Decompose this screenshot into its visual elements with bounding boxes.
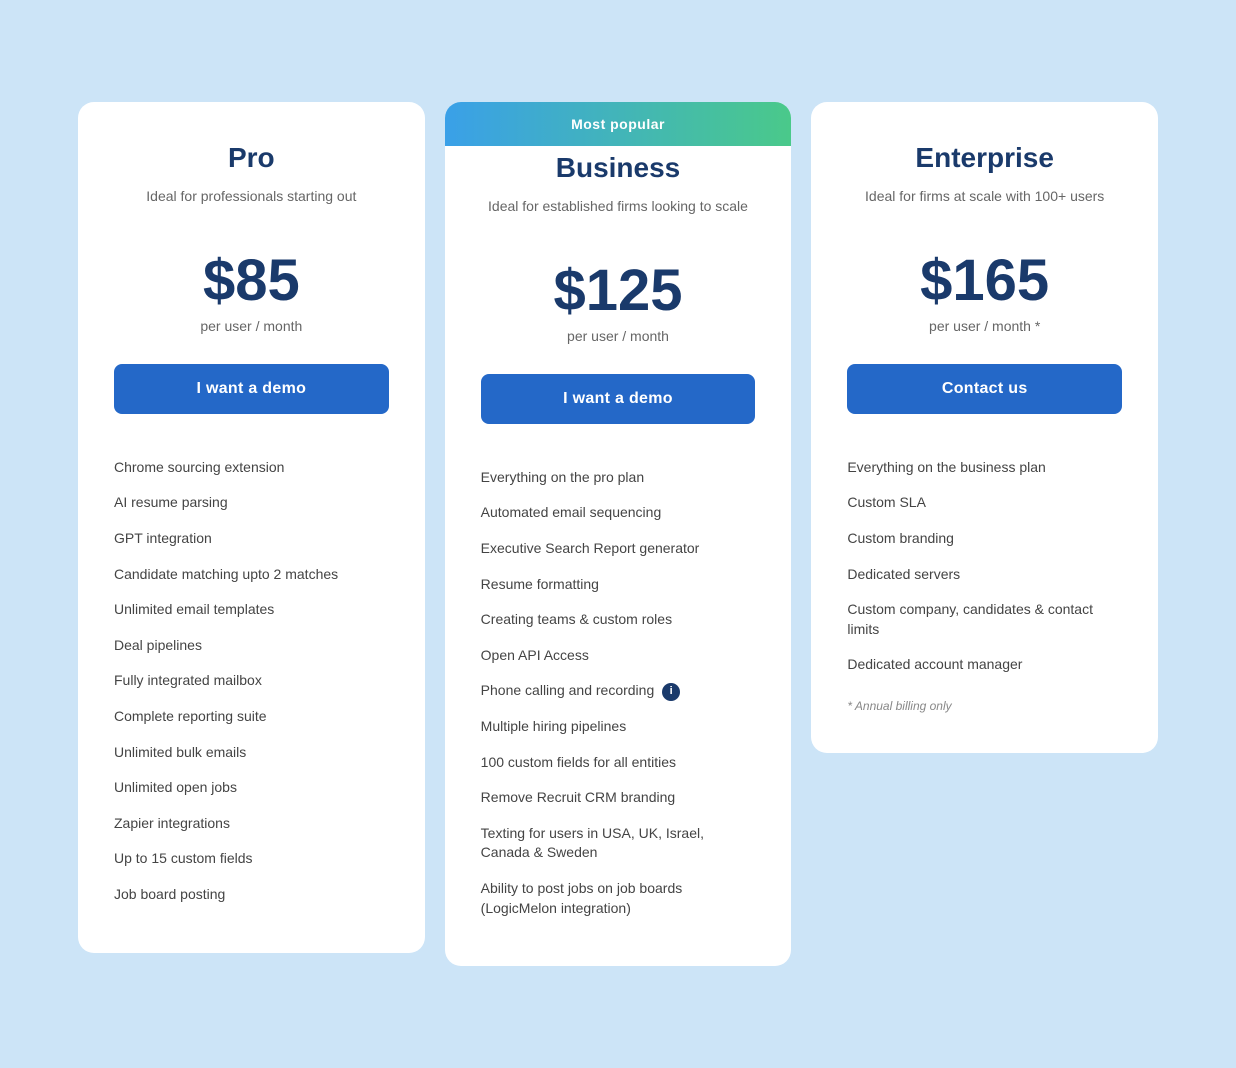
feature-item: Job board posting <box>114 877 389 913</box>
feature-item: Custom company, candidates & contact lim… <box>847 592 1122 647</box>
feature-item: Custom SLA <box>847 485 1122 521</box>
feature-item: Up to 15 custom fields <box>114 841 389 877</box>
plan-period-business: per user / month <box>481 328 756 344</box>
feature-item: Deal pipelines <box>114 628 389 664</box>
feature-item: 100 custom fields for all entities <box>481 745 756 781</box>
feature-item: Unlimited email templates <box>114 592 389 628</box>
plan-price-business: $125 <box>481 262 756 320</box>
plan-card-enterprise: Enterprise Ideal for firms at scale with … <box>811 102 1158 753</box>
feature-item: Dedicated account manager <box>847 647 1122 683</box>
plan-cta-business[interactable]: I want a demo <box>481 374 756 424</box>
plan-cta-pro[interactable]: I want a demo <box>114 364 389 414</box>
annual-note: * Annual billing only <box>847 699 1122 713</box>
feature-item: Resume formatting <box>481 567 756 603</box>
feature-item: Open API Access <box>481 638 756 674</box>
plan-card-business: Most popular Business Ideal for establishe… <box>445 102 792 966</box>
feature-item: Unlimited bulk emails <box>114 735 389 771</box>
feature-item: Remove Recruit CRM branding <box>481 780 756 816</box>
feature-item: Custom branding <box>847 521 1122 557</box>
feature-item: Dedicated servers <box>847 557 1122 593</box>
plan-title-pro: Pro <box>114 142 389 174</box>
plan-subtitle-enterprise: Ideal for firms at scale with 100+ users <box>847 186 1122 228</box>
features-list-business: Everything on the pro planAutomated emai… <box>481 460 756 926</box>
plan-card-pro: Pro Ideal for professionals starting out $… <box>78 102 425 953</box>
feature-item: GPT integration <box>114 521 389 557</box>
feature-item: Phone calling and recording i <box>481 673 756 709</box>
most-popular-badge: Most popular <box>445 102 792 146</box>
feature-item: Multiple hiring pipelines <box>481 709 756 745</box>
feature-item: Unlimited open jobs <box>114 770 389 806</box>
feature-item: Candidate matching upto 2 matches <box>114 557 389 593</box>
plan-title-business: Business <box>481 152 756 184</box>
feature-item: Executive Search Report generator <box>481 531 756 567</box>
plan-period-pro: per user / month <box>114 318 389 334</box>
plan-title-enterprise: Enterprise <box>847 142 1122 174</box>
features-list-enterprise: Everything on the business planCustom SL… <box>847 450 1122 683</box>
info-icon[interactable]: i <box>662 683 680 701</box>
plan-subtitle-business: Ideal for established firms looking to s… <box>481 196 756 238</box>
plan-price-enterprise: $165 <box>847 252 1122 310</box>
feature-item: Texting for users in USA, UK, Israel, Ca… <box>481 816 756 871</box>
feature-item: Chrome sourcing extension <box>114 450 389 486</box>
plan-price-pro: $85 <box>114 252 389 310</box>
feature-item: Everything on the business plan <box>847 450 1122 486</box>
plan-subtitle-pro: Ideal for professionals starting out <box>114 186 389 228</box>
feature-item: Automated email sequencing <box>481 495 756 531</box>
feature-item: Complete reporting suite <box>114 699 389 735</box>
plan-period-enterprise: per user / month * <box>847 318 1122 334</box>
feature-item: Fully integrated mailbox <box>114 663 389 699</box>
feature-item: AI resume parsing <box>114 485 389 521</box>
pricing-wrapper: Pro Ideal for professionals starting out $… <box>68 102 1168 966</box>
feature-item: Creating teams & custom roles <box>481 602 756 638</box>
features-list-pro: Chrome sourcing extensionAI resume parsi… <box>114 450 389 913</box>
feature-item: Zapier integrations <box>114 806 389 842</box>
feature-item: Everything on the pro plan <box>481 460 756 496</box>
plan-cta-enterprise[interactable]: Contact us <box>847 364 1122 414</box>
feature-item: Ability to post jobs on job boards (Logi… <box>481 871 756 926</box>
